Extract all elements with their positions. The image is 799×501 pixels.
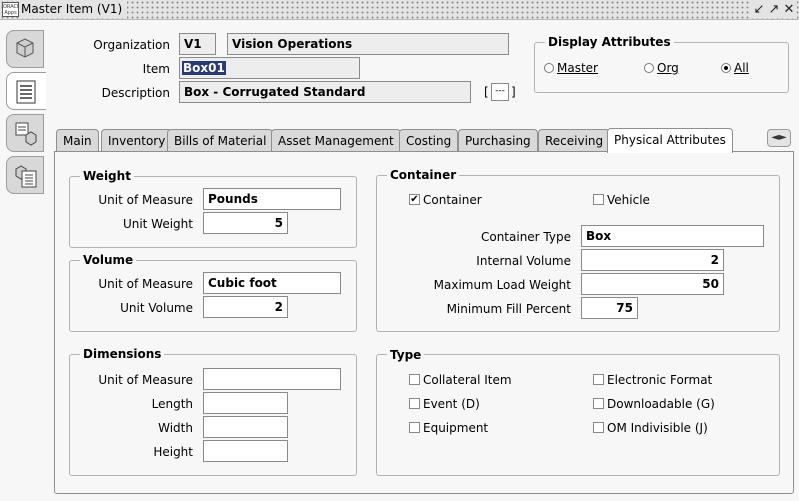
radio-org[interactable] (644, 63, 654, 73)
volume-uom-label: Unit of Measure (98, 277, 193, 291)
internal-volume-field[interactable]: 2 (581, 249, 724, 271)
tab-purchasing[interactable]: Purchasing (458, 129, 538, 152)
max-load-weight-field[interactable]: 50 (581, 273, 724, 295)
item-label: Item (142, 62, 170, 76)
tab-main[interactable]: Main (56, 129, 99, 152)
length-label: Length (151, 397, 193, 411)
sidebar-button-relations[interactable] (6, 114, 44, 152)
equipment-label[interactable]: Equipment (423, 421, 488, 435)
container-type-field[interactable]: Box (581, 225, 764, 247)
volume-uom-field[interactable]: Cubic foot (203, 272, 341, 294)
unit-volume-field[interactable]: 2 (203, 296, 288, 318)
radio-master[interactable] (544, 63, 554, 73)
unit-weight-label: Unit Weight (122, 217, 193, 231)
oracle-app-icon: ORACLE Apps (2, 2, 19, 17)
description-field[interactable]: Box - Corrugated Standard (179, 81, 471, 103)
radio-all-label[interactable]: All (734, 61, 749, 75)
organization-code-field[interactable]: V1 (179, 33, 216, 55)
container-checkbox-label[interactable]: Container (423, 193, 482, 207)
tab-asset-management[interactable]: Asset Management (271, 129, 401, 152)
maximize-icon[interactable]: ↗ (766, 1, 782, 18)
length-field[interactable] (203, 392, 288, 414)
internal-volume-label: Internal Volume (476, 254, 571, 268)
tab-bills-of-material[interactable]: Bills of Material (167, 129, 274, 152)
height-label: Height (153, 445, 193, 459)
minimize-icon[interactable]: ↙ (751, 1, 767, 18)
item-field[interactable]: Box01 (179, 57, 360, 79)
min-fill-percent-label: Minimum Fill Percent (446, 302, 571, 316)
weight-uom-label: Unit of Measure (98, 193, 193, 207)
organization-name-field[interactable]: Vision Operations (227, 33, 509, 55)
dimensions-uom-label: Unit of Measure (98, 373, 193, 387)
min-fill-percent-field[interactable]: 75 (581, 297, 638, 319)
dimensions-uom-field[interactable] (203, 368, 341, 390)
type-title: Type (387, 348, 425, 362)
unit-weight-field[interactable]: 5 (203, 212, 288, 234)
container-type-label: Container Type (480, 230, 571, 244)
radio-all[interactable] (721, 63, 731, 73)
container-checkbox[interactable]: ✔ (409, 194, 420, 205)
event-checkbox[interactable] (409, 398, 420, 409)
description-lov-bracket-left: [ (484, 85, 489, 99)
sidebar-button-item-folder[interactable] (6, 30, 44, 68)
electronic-format-label[interactable]: Electronic Format (607, 373, 712, 387)
downloadable-label[interactable]: Downloadable (G) (607, 397, 715, 411)
downloadable-checkbox[interactable] (593, 398, 604, 409)
cube-folder-icon (16, 38, 34, 58)
item-relations-icon (15, 122, 37, 146)
description-lov-button[interactable]: --- (491, 83, 509, 101)
dimensions-title: Dimensions (80, 347, 165, 361)
width-label: Width (158, 421, 193, 435)
width-field[interactable] (203, 416, 288, 438)
item-selected-text: Box01 (182, 61, 226, 75)
vehicle-checkbox[interactable] (593, 194, 604, 205)
sidebar-button-list[interactable] (6, 72, 46, 110)
description-label: Description (101, 86, 170, 100)
tab-scroll-arrows-icon[interactable]: ◄► (767, 129, 791, 147)
container-title: Container (387, 168, 460, 182)
om-indivisible-label[interactable]: OM Indivisible (J) (607, 421, 708, 435)
tab-receiving[interactable]: Receiving (538, 129, 611, 152)
item-catalog-icon (15, 165, 37, 188)
event-label[interactable]: Event (D) (423, 397, 480, 411)
tab-costing[interactable]: Costing (399, 129, 459, 152)
equipment-checkbox[interactable] (409, 422, 420, 433)
description-lov-bracket-right: ] (511, 85, 516, 99)
max-load-weight-label: Maximum Load Weight (433, 278, 571, 292)
radio-org-label[interactable]: Org (657, 61, 679, 75)
radio-master-label[interactable]: Master (557, 61, 598, 75)
volume-title: Volume (80, 253, 137, 267)
tab-inventory[interactable]: Inventory (101, 129, 173, 152)
tab-physical-attributes[interactable]: Physical Attributes (607, 128, 733, 153)
window-title: Master Item (V1) (20, 1, 128, 18)
weight-title: Weight (80, 169, 134, 183)
collateral-item-label[interactable]: Collateral Item (423, 373, 512, 387)
weight-uom-field[interactable]: Pounds (203, 188, 341, 210)
list-document-icon (16, 80, 36, 104)
height-field[interactable] (203, 440, 288, 462)
close-icon[interactable]: ✕ (781, 1, 797, 18)
unit-volume-label: Unit Volume (120, 301, 193, 315)
electronic-format-checkbox[interactable] (593, 374, 604, 385)
vehicle-checkbox-label[interactable]: Vehicle (607, 193, 650, 207)
organization-label: Organization (93, 38, 170, 52)
collateral-item-checkbox[interactable] (409, 374, 420, 385)
om-indivisible-checkbox[interactable] (593, 422, 604, 433)
sidebar-button-catalog[interactable] (6, 156, 44, 194)
display-attributes-title: Display Attributes (545, 35, 674, 49)
